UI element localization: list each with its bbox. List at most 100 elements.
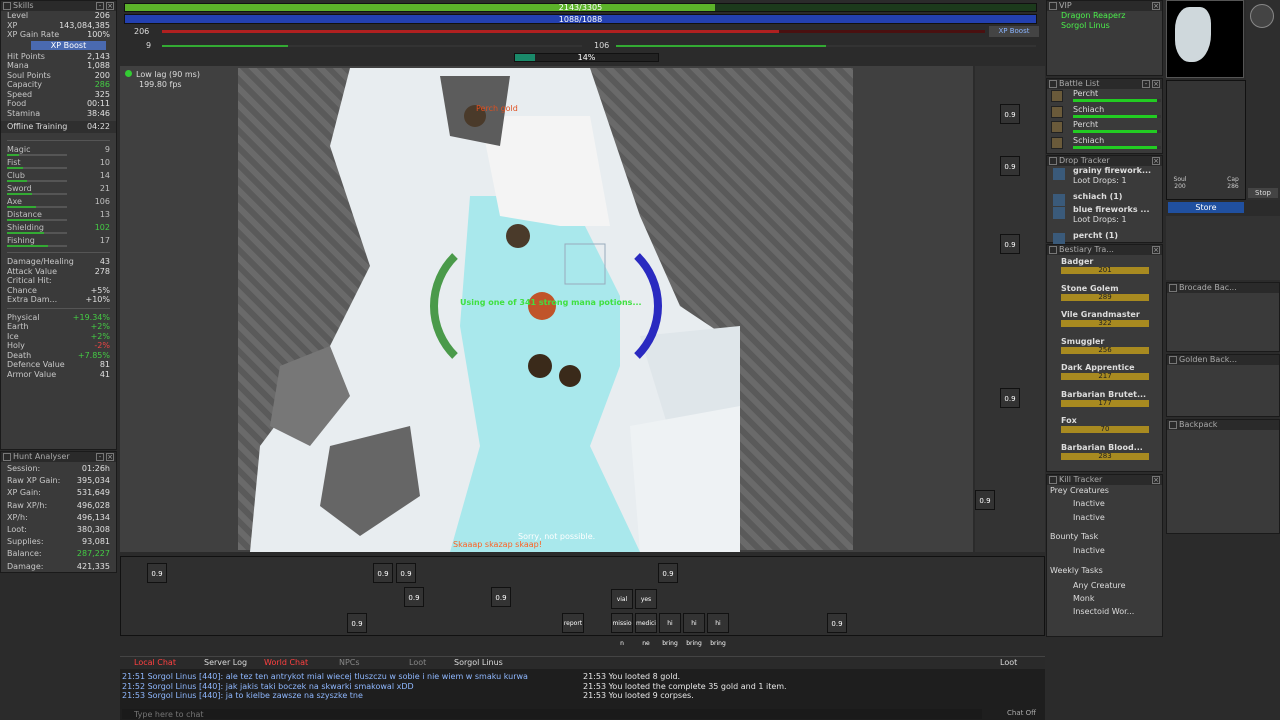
bestiary-entry[interactable]: Vile Grandmaster 322 [1047, 310, 1162, 337]
side-hotkey-3[interactable]: 0.9 [1000, 234, 1020, 254]
stat-value: 00:11 [86, 99, 110, 108]
close-button[interactable]: × [1152, 2, 1160, 10]
hotkey-potion-4[interactable]: 0.9 [658, 563, 678, 583]
skills-title-bar[interactable]: Skills - × [1, 1, 116, 11]
side-hotkey-2[interactable]: 0.9 [1000, 156, 1020, 176]
hotkey-yes[interactable]: yes [635, 589, 657, 609]
chat-tab[interactable]: World Chat [260, 658, 312, 668]
backpack: Backpack [1166, 419, 1280, 534]
xp-boost-badge[interactable]: XP Boost [989, 26, 1039, 37]
hotkey-potion-3[interactable]: 0.9 [396, 563, 416, 583]
minimap[interactable] [1166, 0, 1244, 78]
hotkey-vial[interactable]: vial [611, 589, 633, 609]
stat-label: Capacity [7, 80, 42, 89]
hotkey-potion-5[interactable]: 0.9 [404, 587, 424, 607]
battle-entry[interactable]: Percht [1047, 120, 1162, 136]
vip-friend[interactable]: Sorgol Linus [1047, 21, 1162, 31]
close-button[interactable]: × [106, 453, 114, 461]
hotkey-hi-3[interactable]: hi bring me t... [707, 613, 729, 667]
action-bar: vial yes report missio n medici ne pouch… [120, 556, 1045, 667]
side-hotkey-1[interactable]: 0.9 [1000, 104, 1020, 124]
bounty-slot[interactable]: Inactive [1047, 545, 1162, 557]
bestiary-entry[interactable]: Barbarian Brutet... 177 [1047, 390, 1162, 417]
chat-tab[interactable]: Loot [405, 658, 430, 668]
bestiary-entry[interactable]: Smuggler 256 [1047, 337, 1162, 364]
golden-title-bar[interactable]: Golden Back... [1167, 355, 1279, 365]
hotkey-potion-7[interactable]: 0.9 [347, 613, 367, 633]
stat-value: -2% [94, 341, 110, 350]
close-button[interactable]: × [1152, 476, 1160, 484]
brocade-backpack: Brocade Bac... [1166, 282, 1280, 352]
hotkey-hi-1[interactable]: hi bring me t... [659, 613, 681, 667]
stat-row: Defence Value 81 [1, 360, 116, 370]
hotkey-hi-2[interactable]: hi bring me t... [683, 613, 705, 667]
chat-off-button[interactable]: Chat Off [1007, 709, 1036, 717]
prey-slot-1[interactable]: Inactive [1047, 497, 1162, 511]
hunt-analyser-title-bar[interactable]: Hunt Analyser - × [1, 452, 116, 462]
bestiary-entry[interactable]: Barbarian Blood... 283 [1047, 443, 1162, 470]
skill-progress [7, 193, 67, 195]
bestiary-entry[interactable]: Dark Apprentice 217 [1047, 363, 1162, 390]
creature-icon [1051, 90, 1063, 102]
close-button[interactable]: × [1152, 157, 1160, 165]
battle-entry[interactable]: Percht [1047, 89, 1162, 105]
hotkey-report[interactable]: report [562, 613, 584, 633]
side-hotkey-5[interactable]: 0.9 [975, 490, 995, 510]
skill-row: Fishing 17 [1, 236, 116, 249]
bestiary-title-bar[interactable]: Bestiary Tra... × [1047, 245, 1162, 255]
weekly-task[interactable]: Any Creature [1047, 579, 1162, 592]
hotkey-potion-6[interactable]: 0.9 [491, 587, 511, 607]
hotkey-mission[interactable]: missio n [611, 613, 633, 647]
creature-icon [1051, 121, 1063, 133]
weekly-task[interactable]: Insectoid Wor... [1047, 605, 1162, 618]
hunt-label: Raw XP/h: [7, 500, 48, 510]
stop-button[interactable]: Stop [1248, 188, 1278, 198]
backpack-title-bar[interactable]: Backpack [1167, 420, 1279, 430]
hotkey-medicine[interactable]: medici ne pouch [635, 613, 657, 667]
minimize-button[interactable]: - [96, 453, 104, 461]
close-button[interactable]: × [106, 2, 114, 10]
lag-text: Low lag (90 ms) [136, 70, 200, 79]
kill-tracker-title-bar[interactable]: Kill Tracker × [1047, 475, 1162, 485]
hotkey-potion-1[interactable]: 0.9 [147, 563, 167, 583]
battle-list-title-bar[interactable]: Battle List - × [1047, 79, 1162, 89]
hunt-analyser-panel: Hunt Analyser - × Session: 01:26h Raw XP Gai… [0, 451, 117, 573]
side-hotkey-4[interactable]: 0.9 [1000, 388, 1020, 408]
vip-title-bar[interactable]: VIP × [1047, 1, 1162, 11]
bestiary-entry[interactable]: Fox 70 [1047, 416, 1162, 443]
minimize-button[interactable]: - [1142, 80, 1150, 88]
chat-tab[interactable]: Sorgol Linus [450, 658, 507, 668]
skill-label: Club [7, 171, 25, 180]
creature-health [1073, 130, 1161, 133]
bestiary-entry[interactable]: Stone Golem 289 [1047, 284, 1162, 311]
loot-channel-tab[interactable]: Loot [1000, 658, 1017, 667]
chat-tab[interactable]: NPCs [335, 658, 364, 668]
creature-icon [1051, 105, 1063, 118]
battle-entry[interactable]: Schiach [1047, 136, 1162, 152]
skill-row: Axe 106 [1, 197, 116, 210]
prey-slot-2[interactable]: Inactive [1047, 511, 1162, 525]
close-button[interactable]: × [1152, 246, 1160, 254]
creature-percht-2 [559, 365, 581, 387]
battle-entry[interactable]: Schiach [1047, 105, 1162, 121]
chat-tab[interactable]: Server Log [200, 658, 251, 668]
close-button[interactable]: × [1152, 80, 1160, 88]
minimize-button[interactable]: - [96, 2, 104, 10]
magic-level-value: 9 [146, 41, 152, 50]
drop-tracker-title-bar[interactable]: Drop Tracker × [1047, 156, 1162, 166]
hunt-title: Hunt Analyser [13, 452, 70, 461]
drop-entry: percht (1) [1047, 231, 1162, 245]
xp-boost-button[interactable]: XP Boost [31, 40, 106, 50]
game-view[interactable]: Low lag (90 ms) 199.80 fps Perch gold Us… [120, 66, 973, 552]
bestiary-entry[interactable]: Badger 201 [1047, 257, 1162, 284]
store-button[interactable]: Store [1168, 202, 1244, 213]
brocade-title-bar[interactable]: Brocade Bac... [1167, 283, 1279, 293]
stat-value: 206 [94, 11, 110, 20]
hotkey-potion-2[interactable]: 0.9 [373, 563, 393, 583]
chat-tab[interactable]: Local Chat [130, 658, 180, 668]
hotkey-potion-8[interactable]: 0.9 [827, 613, 847, 633]
weekly-task[interactable]: Monk [1047, 592, 1162, 605]
vip-friend[interactable]: Dragon Reaperz [1047, 11, 1162, 21]
chat-input[interactable] [122, 709, 982, 719]
compass-icon[interactable] [1250, 4, 1274, 28]
